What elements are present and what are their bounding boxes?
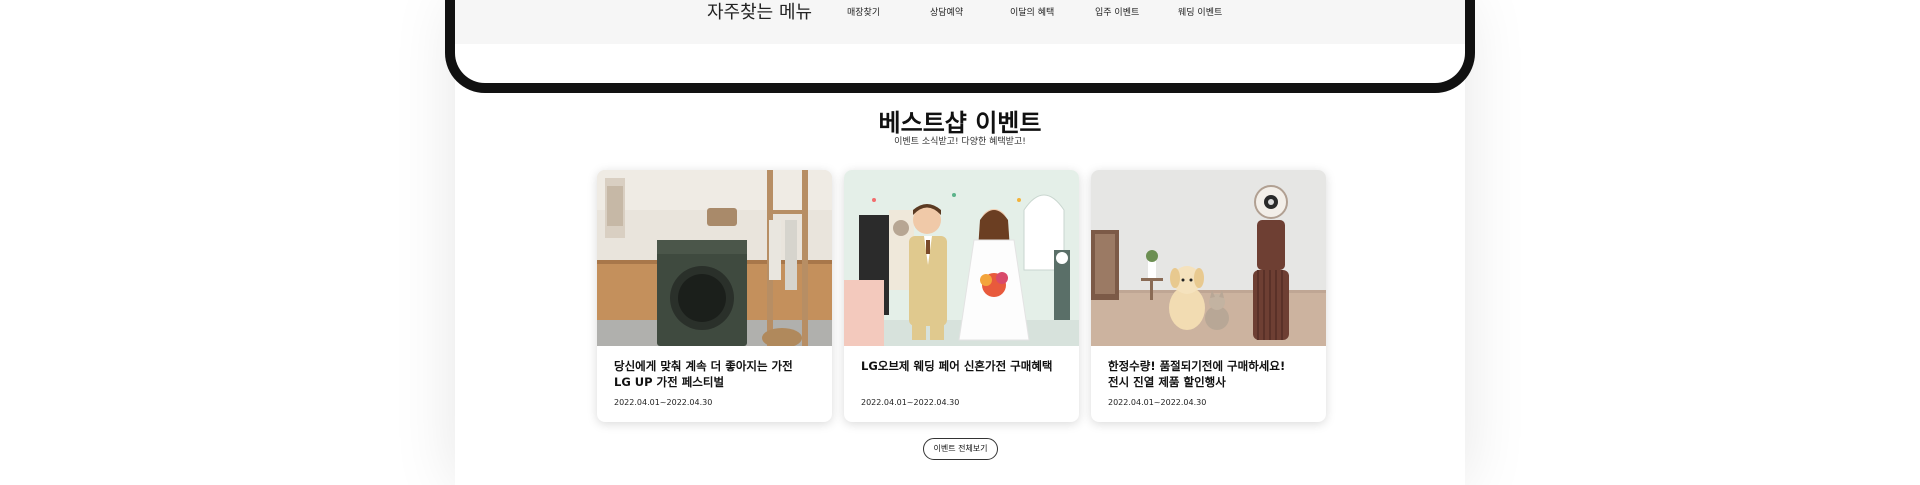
event-card-title: LG오브제 웨딩 페어 신혼가전 구매혜택: [861, 358, 1069, 374]
wedding-illustration: [844, 170, 1079, 346]
event-card-date: 2022.04.01~2022.04.30: [614, 398, 713, 407]
event-image-purifier: [1091, 170, 1326, 346]
quick-menu-store-finder[interactable]: 매장찾기: [847, 5, 880, 18]
event-card-title-line1: LG오브제 웨딩 페어 신혼가전 구매혜택: [861, 359, 1053, 373]
event-card[interactable]: LG오브제 웨딩 페어 신혼가전 구매혜택 2022.04.01~2022.04…: [844, 170, 1079, 422]
quick-menu-monthly-benefit[interactable]: 이달의 혜택: [1010, 5, 1054, 18]
event-card-title: 당신에게 맞춰 계속 더 좋아지는 가전 LG UP 가전 페스티벌: [614, 358, 822, 390]
event-card-date: 2022.04.01~2022.04.30: [861, 398, 960, 407]
event-image-laundry: [597, 170, 832, 346]
event-card-body: LG오브제 웨딩 페어 신혼가전 구매혜택: [861, 358, 1069, 374]
event-card-title-line1: 한정수량! 품절되기전에 구매하세요!: [1108, 359, 1286, 373]
quick-menu-title: 자주찾는 메뉴: [707, 2, 813, 23]
event-card-title: 한정수량! 품절되기전에 구매하세요! 전시 진열 제품 할인행사: [1108, 358, 1316, 390]
event-card-body: 당신에게 맞춰 계속 더 좋아지는 가전 LG UP 가전 페스티벌: [614, 358, 822, 390]
event-image-wedding: [844, 170, 1079, 346]
quick-menu-wedding-event[interactable]: 웨딩 이벤트: [1178, 5, 1222, 18]
laundry-illustration: [597, 170, 832, 346]
phone-screen: 자주찾는 메뉴 매장찾기 상담예약 이달의 혜택 입주 이벤트 웨딩 이벤트: [455, 0, 1465, 83]
quick-menu-bar: 자주찾는 메뉴 매장찾기 상담예약 이달의 혜택 입주 이벤트 웨딩 이벤트: [455, 0, 1465, 44]
event-card-title-line1: 당신에게 맞춰 계속 더 좋아지는 가전: [614, 359, 793, 373]
event-card[interactable]: 한정수량! 품절되기전에 구매하세요! 전시 진열 제품 할인행사 2022.0…: [1091, 170, 1326, 422]
event-card-title-line2: 전시 진열 제품 할인행사: [1108, 375, 1226, 389]
quick-menu-consult-booking[interactable]: 상담예약: [930, 5, 963, 18]
event-card-title-line2: LG UP 가전 페스티벌: [614, 375, 725, 389]
event-card-body: 한정수량! 품절되기전에 구매하세요! 전시 진열 제품 할인행사: [1108, 358, 1316, 390]
section-subtitle: 이벤트 소식받고! 다양한 혜택받고!: [894, 137, 1026, 147]
phone-frame: 자주찾는 메뉴 매장찾기 상담예약 이달의 혜택 입주 이벤트 웨딩 이벤트: [445, 0, 1475, 93]
view-all-events-button[interactable]: 이벤트 전체보기: [923, 438, 998, 460]
event-card-date: 2022.04.01~2022.04.30: [1108, 398, 1207, 407]
event-card[interactable]: 당신에게 맞춰 계속 더 좋아지는 가전 LG UP 가전 페스티벌 2022.…: [597, 170, 832, 422]
section-title: 베스트샵 이벤트: [878, 109, 1042, 137]
purifier-illustration: [1091, 170, 1326, 346]
quick-menu-movein-event[interactable]: 입주 이벤트: [1095, 5, 1139, 18]
